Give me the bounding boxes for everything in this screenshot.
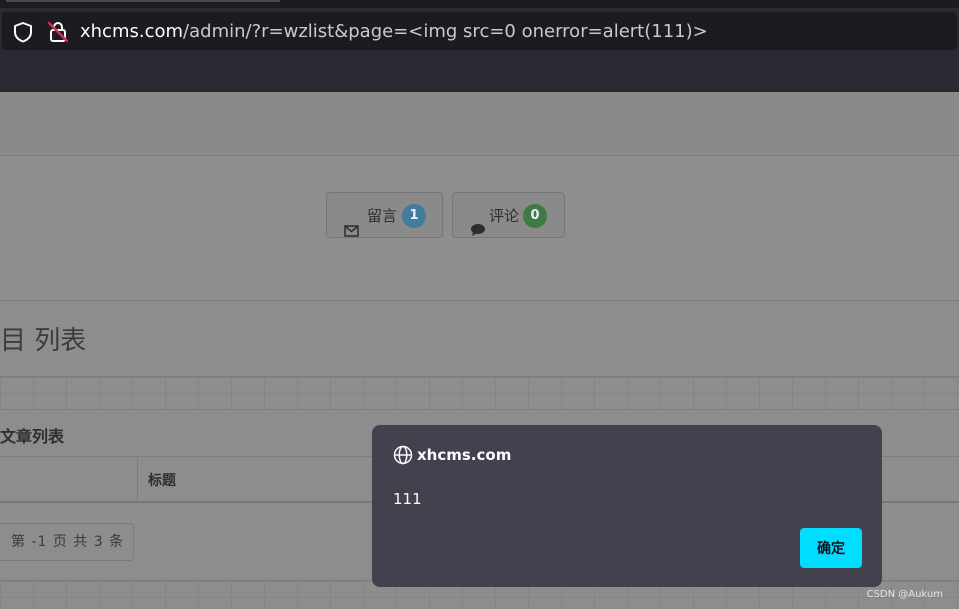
insecure-lock-icon[interactable] (46, 20, 70, 44)
alert-message: 111 (393, 490, 422, 508)
browser-chrome: xhcms.com/admin/?r=wzlist&page=<img src=… (0, 0, 959, 92)
comments-button[interactable]: 评论 0 (452, 192, 565, 238)
page-title: 目 列表 (0, 326, 87, 356)
watermark: CSDN @Aukum (866, 589, 943, 600)
url-text[interactable]: xhcms.com/admin/?r=wzlist&page=<img src=… (80, 21, 708, 43)
comments-label: 评论 (489, 207, 520, 225)
pagination-info[interactable]: 第 -1 页 共 3 条 (0, 523, 134, 561)
alert-origin: xhcms.com (417, 446, 512, 464)
active-tab-edge[interactable] (6, 0, 280, 2)
messages-button[interactable]: 留言 1 (326, 192, 443, 238)
address-bar[interactable]: xhcms.com/admin/?r=wzlist&page=<img src=… (2, 12, 957, 50)
url-host: xhcms.com (80, 21, 184, 42)
grid-divider (0, 376, 959, 410)
section-title: 文章列表 (0, 427, 65, 446)
column-header-title[interactable]: 标题 (148, 470, 176, 490)
shield-icon[interactable] (12, 21, 34, 43)
ok-button[interactable]: 确定 (800, 528, 862, 568)
envelope-icon (344, 209, 359, 255)
messages-label: 留言 (367, 207, 398, 225)
url-path: /admin/?r=wzlist&page=<img src=0 onerror… (183, 21, 708, 42)
comments-icon (470, 209, 486, 255)
comments-count-badge: 0 (523, 204, 547, 228)
page-header-band (0, 92, 959, 156)
globe-icon (393, 445, 413, 465)
messages-count-badge: 1 (402, 204, 426, 228)
column-divider (137, 457, 138, 501)
alert-dialog: xhcms.com 111 确定 (372, 425, 882, 587)
